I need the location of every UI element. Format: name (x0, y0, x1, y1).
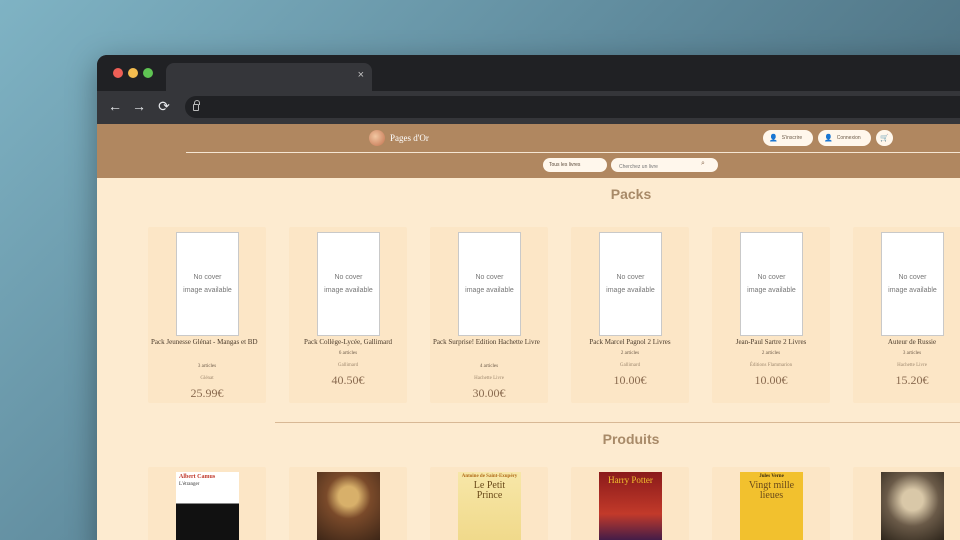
pack-card[interactable]: No cover image available Jean-Paul Sartre… (712, 227, 830, 403)
book-cover-image (881, 472, 944, 540)
pack-price: 10.00€ (613, 373, 647, 387)
logo-icon (369, 130, 385, 146)
no-cover-placeholder: No cover image available (881, 232, 944, 336)
pack-article-count: 3 articles (902, 351, 922, 356)
pack-price: 40.50€ (331, 373, 365, 387)
cover-title: Vingt mille lieues (748, 480, 795, 501)
maximize-window-button[interactable] (143, 68, 153, 78)
signup-label: S'inscrire (781, 135, 803, 141)
forward-arrow-icon[interactable]: → (130, 98, 148, 114)
book-cover-image: Harry Potter (599, 472, 662, 540)
product-card[interactable] (289, 467, 407, 540)
pack-price: 10.00€ (754, 373, 788, 387)
reload-icon[interactable]: ⟳ (155, 98, 173, 115)
no-cover-placeholder: No cover image available (176, 232, 239, 336)
site-header: Pages d'Or 👤 S'inscrire 👤 Connexion 🛒 To… (97, 124, 960, 178)
pack-publisher: Éditions Flammarion (749, 363, 793, 368)
cover-author: Albert Camus (179, 474, 216, 480)
browser-tab[interactable]: × (166, 63, 372, 91)
no-cover-placeholder: No cover image available (458, 232, 521, 336)
search-icon[interactable]: ⌕ (701, 160, 705, 168)
add-user-icon: 👤 (769, 135, 778, 142)
no-cover-placeholder: No cover image available (740, 232, 803, 336)
browser-window: × ← → ⟳ Pages d'Or 👤 S'inscrire 👤 Connex… (97, 55, 960, 540)
pack-title[interactable]: Pack Jeunesse Glénat - Mangas et BD (151, 337, 263, 348)
pack-card[interactable]: No cover image available Pack Surprise! E… (430, 227, 548, 403)
pack-card[interactable]: No cover image available Pack Marcel Pagn… (571, 227, 689, 403)
minimize-window-button[interactable] (128, 68, 138, 78)
book-cover-image: Albert Camus L'étranger (176, 472, 239, 540)
product-card[interactable]: Antoine de Saint-Exupéry Le Petit Prince (430, 467, 548, 540)
page-viewport: Pages d'Or 👤 S'inscrire 👤 Connexion 🛒 To… (97, 124, 960, 540)
pack-title[interactable]: Pack Marcel Pagnol 2 Livres (574, 337, 686, 348)
header-divider (186, 152, 960, 153)
login-button[interactable]: 👤 Connexion (818, 130, 871, 146)
pack-publisher: Hachette Livre (897, 363, 927, 368)
lock-icon (193, 100, 200, 111)
pack-article-count: 2 articles (761, 351, 781, 356)
cart-button[interactable]: 🛒 (876, 130, 893, 146)
back-arrow-icon[interactable]: ← (106, 98, 124, 114)
close-window-button[interactable] (113, 68, 123, 78)
cart-icon: 🛒 (880, 135, 889, 142)
cover-author (317, 472, 380, 476)
signup-button[interactable]: 👤 S'inscrire (763, 130, 813, 146)
book-cover-image (317, 472, 380, 540)
tab-close-icon[interactable]: × (358, 69, 364, 81)
pack-price: 25.99€ (190, 386, 224, 400)
category-select[interactable]: Tous les livres (543, 158, 607, 172)
pack-title[interactable]: Auteur de Russie (856, 337, 960, 348)
pack-article-count: 6 articles (338, 351, 358, 356)
cover-title: Harry Potter (608, 475, 653, 485)
pack-publisher: Glénat (200, 376, 214, 381)
no-cover-placeholder: No cover image available (599, 232, 662, 336)
pack-article-count: 4 articles (479, 364, 499, 369)
brand[interactable]: Pages d'Or (369, 130, 429, 146)
products-title: Produits (602, 431, 660, 447)
brand-name: Pages d'Or (390, 133, 429, 143)
pack-publisher: Gallimard (619, 363, 641, 368)
pack-title[interactable]: Jean-Paul Sartre 2 Livres (715, 337, 827, 348)
pack-card[interactable]: No cover image available Pack Jeunesse Gl… (148, 227, 266, 403)
pack-price: 15.20€ (895, 373, 929, 387)
packs-title: Packs (610, 186, 652, 202)
login-label: Connexion (836, 135, 861, 141)
product-card[interactable] (853, 467, 960, 540)
product-card[interactable]: Harry Potter (571, 467, 689, 540)
browser-toolbar: ← → ⟳ (97, 91, 960, 124)
cover-title: Le Petit Prince (473, 480, 506, 501)
pack-title[interactable]: Pack Collège-Lycée, Gallimard (292, 337, 404, 348)
pack-title[interactable]: Pack Surprise! Edition Hachette Livre (433, 337, 545, 348)
pack-card[interactable]: No cover image available Pack Collège-Lyc… (289, 227, 407, 403)
pack-article-count: 2 articles (620, 351, 640, 356)
title-bar: × (97, 55, 960, 91)
cover-title: L'étranger (179, 482, 200, 487)
no-cover-placeholder: No cover image available (317, 232, 380, 336)
cover-author (881, 472, 944, 476)
pack-article-count: 3 articles (197, 364, 217, 369)
address-bar[interactable] (185, 96, 960, 118)
book-cover-image: Jules Verne Vingt mille lieues (740, 472, 803, 540)
pack-publisher: Gallimard (337, 363, 359, 368)
section-divider (275, 422, 960, 423)
pack-card[interactable]: No cover image available Auteur de Russie… (853, 227, 960, 403)
product-card[interactable]: Jules Verne Vingt mille lieues (712, 467, 830, 540)
book-cover-image: Antoine de Saint-Exupéry Le Petit Prince (458, 472, 521, 540)
product-card[interactable]: Albert Camus L'étranger (148, 467, 266, 540)
pack-publisher: Hachette Livre (474, 376, 504, 381)
pack-price: 30.00€ (472, 386, 506, 400)
user-icon: 👤 (824, 135, 833, 142)
